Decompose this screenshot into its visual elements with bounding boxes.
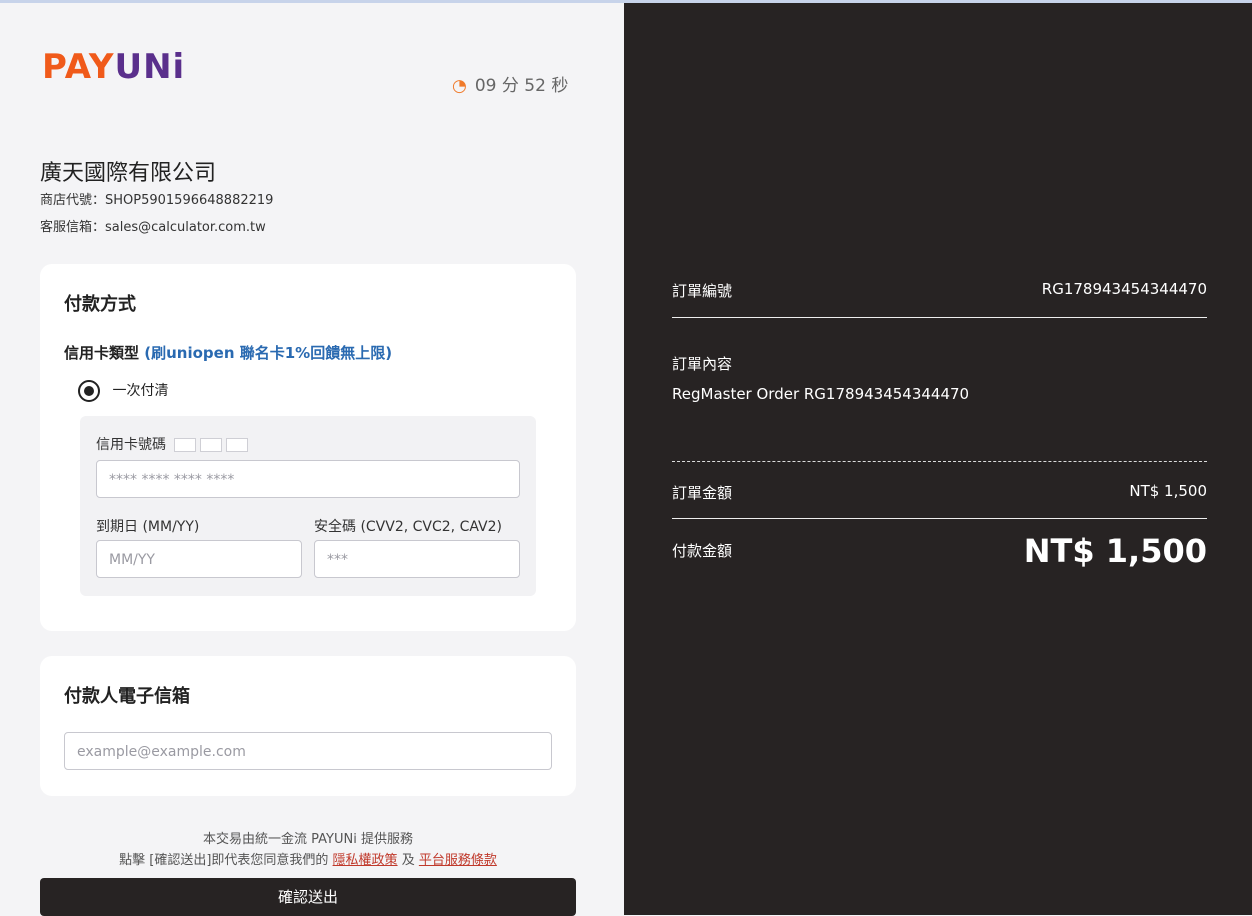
order-number-label: 訂單編號 — [672, 282, 733, 300]
service-line: 本交易由統一金流 PAYUNi 提供服務 — [203, 832, 413, 847]
countdown-timer: ◔ 09 分 52 秒 — [452, 71, 568, 96]
merchant-name: 廣天國際有限公司 — [40, 161, 217, 186]
order-number: RG178943454344470 — [1041, 280, 1207, 298]
consent-line: 點擊 [確認送出]即代表您同意我們的 隱私權政策 及 平台服務條款 — [40, 850, 576, 871]
privacy-link[interactable]: 隱私權政策 — [333, 853, 398, 868]
jcb-icon — [226, 438, 249, 452]
order-amount: NT$ 1,500 — [1129, 482, 1207, 500]
timer-icon: ◔ — [452, 76, 467, 96]
expiry-input[interactable]: MM/YY — [96, 540, 302, 578]
payment-amount-label: 付款金額 — [672, 542, 733, 560]
submit-button[interactable]: 確認送出 — [40, 878, 576, 916]
shop-code: 商店代號：SHOP5901596648882219 — [40, 193, 274, 208]
merchant-meta: 商店代號：SHOP5901596648882219 客服信箱：sales@cal… — [40, 189, 273, 243]
card-number-label: 信用卡號碼 — [96, 434, 249, 454]
timer-text: 09 分 52 秒 — [474, 76, 569, 96]
order-content-label: 訂單內容 — [672, 355, 733, 373]
radio-icon[interactable] — [78, 380, 100, 402]
order-content: RegMaster Order RG178943454344470 — [672, 385, 970, 403]
and-text: 及 — [401, 853, 415, 868]
consent-prefix: 點擊 [確認送出]即代表您同意我們的 — [119, 853, 329, 868]
promo-link[interactable]: (刷uniopen 聯名卡1%回饋無上限) — [144, 344, 392, 362]
payment-method-card: 付款方式 信用卡類型 (刷uniopen 聯名卡1%回饋無上限) 一次付清 信用… — [40, 264, 576, 631]
payment-amount: NT$ 1,500 — [1023, 532, 1207, 570]
logo-uni: UNi — [114, 47, 186, 87]
divider — [672, 518, 1207, 519]
divider — [672, 317, 1207, 318]
card-type-line: 信用卡類型 (刷uniopen 聯名卡1%回饋無上限) — [64, 342, 392, 363]
terms-link[interactable]: 平台服務條款 — [419, 853, 497, 868]
card-form: 信用卡號碼 **** **** **** **** 到期日 (MM/YY) 安全… — [80, 416, 536, 596]
cvv-label: 安全碼 (CVV2, CVC2, CAV2) — [314, 519, 502, 535]
visa-icon — [174, 438, 197, 452]
email-input[interactable]: example@example.com — [64, 732, 552, 770]
email-title: 付款人電子信箱 — [64, 686, 190, 707]
order-summary-panel: 訂單編號 RG178943454344470 訂單內容 RegMaster Or… — [624, 3, 1252, 915]
card-number-text: 信用卡號碼 — [96, 437, 166, 453]
payuni-logo: PAYUNi — [42, 47, 185, 87]
checkout-panel: PAYUNi ◔ 09 分 52 秒 廣天國際有限公司 商店代號：SHOP5901… — [0, 3, 624, 916]
email-card: 付款人電子信箱 example@example.com — [40, 656, 576, 796]
expiry-label: 到期日 (MM/YY) — [96, 519, 200, 535]
card-type-label: 信用卡類型 — [64, 344, 140, 362]
logo-pay: PAY — [42, 47, 115, 87]
terms-note: 本交易由統一金流 PAYUNi 提供服務 點擊 [確認送出]即代表您同意我們的 … — [40, 829, 576, 871]
cvv-input[interactable]: *** — [314, 540, 520, 578]
payment-title: 付款方式 — [64, 294, 136, 315]
single-payment-option[interactable]: 一次付清 — [78, 380, 168, 402]
mastercard-icon — [200, 438, 223, 452]
dashed-divider — [672, 461, 1207, 462]
order-amount-label: 訂單金額 — [672, 484, 733, 502]
card-number-input[interactable]: **** **** **** **** — [96, 460, 520, 498]
option-label: 一次付清 — [112, 383, 169, 399]
support-email: 客服信箱：sales@calculator.com.tw — [40, 220, 266, 235]
